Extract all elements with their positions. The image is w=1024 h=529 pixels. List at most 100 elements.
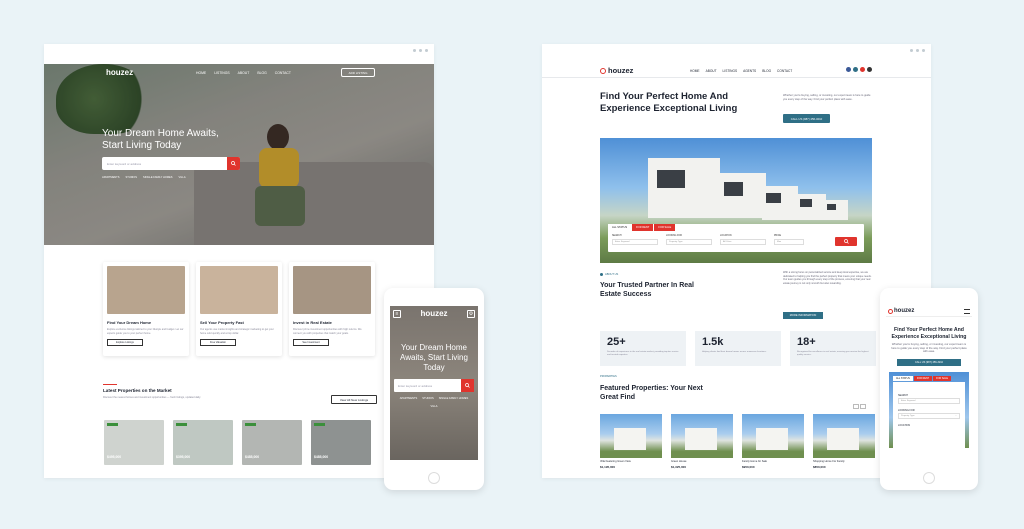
card-button[interactable]: See Investment: [293, 339, 329, 346]
property-name: Shopping Home For Family: [813, 460, 845, 463]
facebook-icon[interactable]: [846, 67, 851, 72]
arrow-right-icon[interactable]: [860, 404, 866, 409]
search-bar[interactable]: Enter keyword or address: [102, 157, 240, 170]
property-price: $485,000: [245, 455, 260, 459]
card-button[interactable]: Explore Listings: [107, 339, 143, 346]
site-logo[interactable]: houzez: [106, 68, 133, 77]
tab-for-rent[interactable]: FOR RENT: [913, 375, 933, 381]
nav-listings[interactable]: LISTINGS: [723, 69, 738, 73]
tab-for-sale[interactable]: FOR SALE: [933, 375, 951, 381]
property-card[interactable]: Villa Featuring Green View $1,195,000: [600, 414, 662, 469]
mobile-search-input[interactable]: Enter keyword or address: [398, 384, 461, 388]
mobile-property-type-select[interactable]: Property Type ⌄: [898, 412, 960, 419]
property-card[interactable]: $485,000: [242, 420, 302, 465]
property-type-select[interactable]: Property Type: [666, 239, 712, 245]
property-price: $1,325,000: [671, 465, 687, 469]
nav-agents[interactable]: AGENTS: [743, 69, 756, 73]
nav-blog[interactable]: BLOG: [257, 71, 266, 75]
about-text: With a strong focus on personalized serv…: [783, 271, 872, 285]
menu-icon[interactable]: ≡: [393, 309, 401, 318]
property-card[interactable]: Family Home for Sale $950,000: [742, 414, 804, 469]
nav-about[interactable]: ABOUT: [706, 69, 717, 73]
search-label: SEARCH: [898, 393, 908, 397]
property-image: [742, 414, 804, 458]
stat-value: 1.5k: [702, 336, 724, 348]
nav-home[interactable]: HOME: [196, 71, 206, 75]
mobile-logo[interactable]: houzez: [420, 309, 447, 318]
mobile-call-button[interactable]: CALL US (987) 456-3210: [897, 358, 961, 366]
location-select[interactable]: All Cities: [720, 239, 766, 245]
chip-villa[interactable]: VILLA: [430, 405, 437, 408]
card-title: Invest in Real Estate: [293, 320, 332, 325]
card-text: Discover prime investment opportunities …: [293, 328, 362, 335]
nav-listings[interactable]: LISTINGS: [214, 71, 229, 75]
filter-price: PRICE Max: [774, 235, 804, 245]
call-button[interactable]: CALL US (987) 456-3210: [783, 114, 830, 123]
stat-text: Recognized for excellence in real estate…: [797, 351, 869, 356]
search-button[interactable]: [835, 237, 857, 246]
arrow-left-icon[interactable]: [853, 404, 859, 409]
property-card[interactable]: $395,000: [173, 420, 233, 465]
mobile-hero-image: SEARCH Enter Keyword LOOKING FOR Propert…: [889, 371, 969, 448]
linkedin-icon[interactable]: [853, 67, 858, 72]
search-button[interactable]: [227, 157, 240, 170]
tab-all-status[interactable]: ALL STATUS: [893, 375, 913, 381]
service-card: Invest in Real Estate Discover prime inv…: [289, 262, 375, 356]
view-all-button[interactable]: View All New Listings: [331, 395, 377, 404]
mobile-headline: Find Your Perfect Home And Experience Ex…: [891, 327, 967, 340]
chip-villa[interactable]: VILLA: [178, 176, 185, 179]
tab-for-sale[interactable]: FOR SALE: [654, 224, 676, 231]
nav-home[interactable]: HOME: [690, 69, 700, 73]
chip-studios[interactable]: STUDIOS: [126, 176, 138, 179]
nav-contact[interactable]: CONTACT: [777, 69, 792, 73]
tab-for-rent[interactable]: FOR RENT: [632, 224, 654, 231]
logo-icon: [888, 308, 893, 314]
hamburger-icon[interactable]: [964, 308, 970, 314]
looking-for-label: LOOKING FOR: [898, 408, 915, 412]
intro-text: Whether you're buying, selling, or inves…: [783, 94, 871, 101]
mobile-search-field[interactable]: Enter Keyword: [898, 397, 960, 404]
page-headline: Find Your Perfect Home And Experience Ex…: [600, 91, 738, 114]
site-logo[interactable]: houzez: [600, 66, 633, 75]
property-card[interactable]: Green House $1,325,000: [671, 414, 733, 469]
property-card[interactable]: $485,000: [311, 420, 371, 465]
property-card[interactable]: $495,000: [104, 420, 164, 465]
carousel-arrows: [853, 404, 866, 409]
mobile-logo[interactable]: houzez: [888, 308, 914, 314]
property-price: $850,000: [813, 465, 826, 469]
more-info-button[interactable]: MORE INFORMATION: [783, 312, 823, 319]
nav-contact[interactable]: CONTACT: [275, 71, 291, 75]
price-select[interactable]: Max: [774, 239, 804, 245]
about-title: Your Trusted Partner In Real Estate Succ…: [600, 282, 695, 298]
chip-apartments[interactable]: APARTMENTS: [400, 397, 418, 400]
property-card[interactable]: Shopping Home For Family $850,000: [813, 414, 875, 469]
search-input[interactable]: Enter keyword or address: [107, 162, 227, 166]
home-button: [923, 472, 935, 484]
chip-studios[interactable]: STUDIOS: [422, 397, 434, 400]
mobile-mockup-right: houzez Find Your Perfect Home And Experi…: [880, 288, 978, 490]
mobile-hero-title: Your Dream Home Awaits, Start Living Tod…: [400, 343, 468, 372]
card-button[interactable]: Free Valuation: [200, 339, 236, 346]
youtube-icon[interactable]: [860, 67, 865, 72]
window-dots: [910, 49, 925, 52]
filter-looking-for: LOOKING FOR Property Type: [666, 235, 712, 245]
category-chips: APARTMENTS STUDIOS SINGLE FAMILY HOMES V…: [102, 176, 186, 179]
gear-icon[interactable]: ⚙: [466, 309, 475, 318]
filter-location: LOCATION All Cities: [720, 235, 766, 245]
nav-blog[interactable]: BLOG: [762, 69, 771, 73]
search-field[interactable]: Enter Keyword: [612, 239, 658, 245]
tab-all-status[interactable]: ALL STATUS: [608, 224, 632, 231]
social-links: [846, 67, 872, 72]
x-icon[interactable]: [867, 67, 872, 72]
mobile-category-chips: APARTMENTS STUDIOS SINGLE FAMILY HOMES V…: [390, 397, 478, 408]
add-listing-button[interactable]: ADD LISTING: [341, 68, 375, 77]
mobile-search-button[interactable]: [461, 379, 474, 392]
featured-property-list: Villa Featuring Green View $1,195,000 Gre…: [600, 414, 875, 469]
mobile-search-bar[interactable]: Enter keyword or address: [394, 379, 474, 392]
chip-apartments[interactable]: APARTMENTS: [102, 176, 120, 179]
chip-single-family[interactable]: SINGLE FAMILY HOMES: [439, 397, 468, 400]
nav-about[interactable]: ABOUT: [238, 71, 250, 75]
about-kicker: ABOUT US: [600, 273, 618, 276]
chip-single-family[interactable]: SINGLE FAMILY HOMES: [143, 176, 172, 179]
mobile-status-tabs: ALL STATUS FOR RENT FOR SALE: [893, 375, 952, 381]
